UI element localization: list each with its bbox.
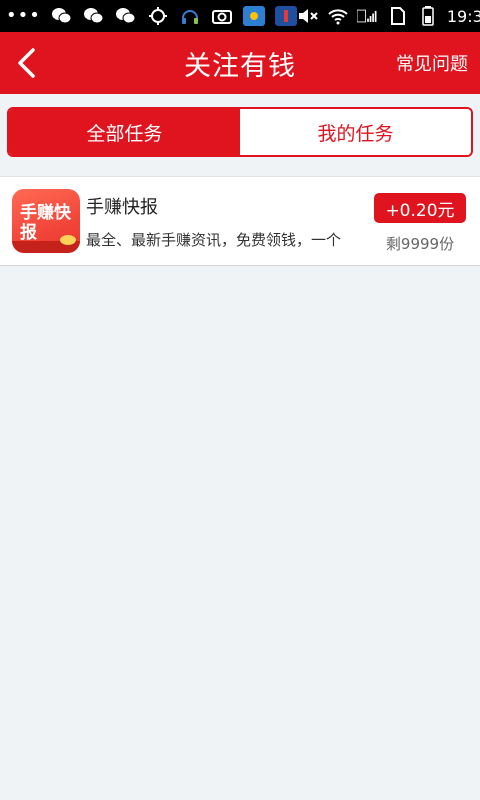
tab-all-tasks[interactable]: 全部任务	[9, 109, 240, 155]
app-logo: 手赚快报	[12, 189, 80, 253]
wechat-icon	[51, 6, 73, 26]
reward-button[interactable]: +0.20元	[374, 193, 466, 223]
wechat-icon	[115, 6, 137, 26]
header-bar: 关注有钱 常见问题	[0, 32, 480, 94]
task-title: 手赚快报	[86, 197, 158, 218]
chevron-left-icon	[18, 48, 35, 78]
more-dots-icon: •••	[6, 5, 41, 26]
wechat-icon	[83, 6, 105, 26]
coin-icon	[60, 235, 76, 245]
headset-icon	[179, 6, 201, 26]
camera-icon	[211, 6, 233, 26]
task-list: 手赚快报 手赚快报 最全、最新手赚资讯，免费领钱，一个 +0.20元 剩9999…	[0, 176, 480, 266]
faq-link[interactable]: 常见问题	[396, 32, 468, 94]
remaining-count: 剩9999份	[385, 235, 455, 253]
battery-icon	[417, 6, 439, 26]
app-icon	[274, 6, 297, 26]
status-bar: ••• 19:3	[0, 0, 480, 32]
segmented-tabs: 全部任务 我的任务	[7, 107, 473, 157]
mute-icon	[297, 6, 319, 26]
crosshair-icon	[147, 6, 169, 26]
back-button[interactable]	[6, 40, 46, 86]
clock: 19:36	[446, 6, 480, 26]
tabs-container: 全部任务 我的任务	[0, 94, 480, 176]
wifi-icon	[327, 6, 349, 26]
signal-icon	[356, 6, 379, 26]
tab-my-tasks[interactable]: 我的任务	[240, 109, 471, 155]
task-description: 最全、最新手赚资讯，免费领钱，一个	[86, 231, 342, 249]
sim-icon	[387, 6, 409, 26]
weather-icon	[242, 6, 265, 26]
list-item[interactable]: 手赚快报 手赚快报 最全、最新手赚资讯，免费领钱，一个 +0.20元 剩9999…	[0, 177, 480, 265]
